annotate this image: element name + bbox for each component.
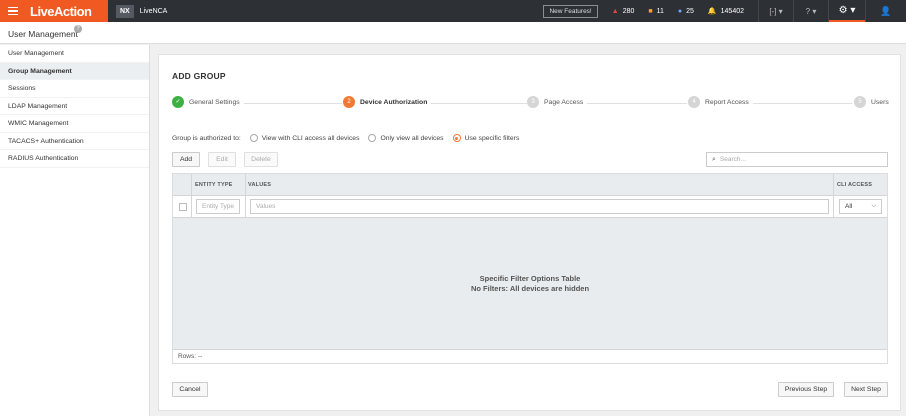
search-input[interactable]: Search...	[720, 156, 746, 163]
next-step-button[interactable]: Next Step	[844, 382, 888, 397]
top-nav-bar: LiveAction NX LiveNCA New Features! ▲ 28…	[0, 0, 906, 22]
sidebar-item-user-management[interactable]: User Management	[0, 45, 149, 63]
info-alerts-count[interactable]: ● 25	[678, 8, 694, 15]
cancel-button[interactable]: Cancel	[172, 382, 208, 397]
search-box[interactable]: ⌕ Search...	[706, 152, 888, 167]
step-connector	[752, 102, 852, 104]
square-warning-icon: ■	[648, 7, 653, 15]
wizard-stepper: ✓ General Settings 2 Device Authorizatio…	[172, 96, 893, 110]
delete-button[interactable]: Delete	[244, 152, 278, 167]
step-report-access[interactable]: 4 Report Access	[688, 96, 753, 108]
authorization-label: Group is authorized to:	[172, 134, 241, 142]
chevron-down-icon: ⌵	[871, 203, 876, 209]
authorization-options: Group is authorized to: View with CLI ac…	[172, 134, 519, 142]
col-values[interactable]: VALUES	[248, 182, 271, 188]
brand-logo: LiveAction	[30, 3, 92, 19]
step-page-access[interactable]: 3 Page Access	[527, 96, 588, 108]
step-device-authorization[interactable]: 2 Device Authorization	[343, 96, 432, 108]
radio-button[interactable]	[368, 134, 377, 142]
radio-view-cli-all[interactable]: View with CLI access all devices	[249, 134, 359, 142]
sidebar-item-ldap-management[interactable]: LDAP Management	[0, 98, 149, 115]
user-avatar-icon[interactable]: 👤	[866, 6, 906, 17]
page-header: User Management ?	[0, 22, 906, 44]
sidebar-item-group-management[interactable]: Group Management	[0, 62, 149, 80]
column-divider	[833, 174, 834, 218]
brand-area[interactable]: LiveAction	[0, 0, 108, 22]
values-filter-input[interactable]: Values	[250, 199, 829, 214]
bell-icon: 🔔	[707, 8, 717, 15]
help-icon[interactable]: ? ▾	[794, 7, 828, 16]
radio-use-specific-filters[interactable]: Use specific filters	[452, 134, 519, 142]
gear-icon[interactable]: ⚙ ▾	[829, 0, 865, 22]
sidebar-item-radius-authentication[interactable]: RADIUS Authentication	[0, 150, 149, 168]
hamburger-menu-icon[interactable]	[8, 6, 18, 16]
previous-step-button[interactable]: Previous Step	[778, 382, 834, 397]
step-users[interactable]: 5 Users	[854, 96, 893, 108]
step-connector	[242, 102, 342, 104]
help-circle-icon[interactable]: ?	[74, 25, 82, 33]
expand-icon[interactable]: [-] ▾	[759, 7, 793, 16]
card-title: ADD GROUP	[172, 71, 226, 81]
critical-alerts-count[interactable]: ▲ 280	[612, 8, 635, 15]
col-entity-type[interactable]: ENTITY TYPE	[195, 182, 233, 188]
column-divider	[191, 174, 192, 218]
step-general-settings[interactable]: ✓ General Settings	[172, 96, 244, 108]
step-connector	[427, 102, 527, 104]
sidebar: User Management Group Management Session…	[0, 45, 150, 416]
entity-type-filter-input[interactable]: Entity Type	[196, 199, 240, 214]
radio-button-selected[interactable]	[452, 134, 461, 142]
circle-info-icon: ●	[677, 7, 683, 15]
new-features-button[interactable]: New Features!	[543, 4, 598, 18]
filter-row: Entity Type Values All ⌵	[173, 196, 887, 218]
column-divider	[245, 174, 246, 218]
nx-badge[interactable]: NX	[116, 4, 134, 18]
check-icon: ✓	[172, 96, 184, 108]
radio-button[interactable]	[249, 134, 258, 142]
sidebar-item-tacacs-authentication[interactable]: TACACS+ Authentication	[0, 133, 149, 150]
add-button[interactable]: Add	[172, 152, 200, 167]
add-group-card: ADD GROUP ✓ General Settings 2 Device Au…	[158, 54, 901, 411]
select-all-checkbox[interactable]	[179, 203, 187, 211]
step-connector	[587, 102, 687, 104]
triangle-alert-icon: ▲	[611, 7, 619, 15]
sidebar-item-sessions[interactable]: Sessions	[0, 80, 149, 98]
product-name[interactable]: LiveNCA	[140, 8, 168, 15]
search-icon: ⌕	[712, 155, 716, 163]
edit-button[interactable]: Edit	[208, 152, 236, 167]
sidebar-item-wmic-management[interactable]: WMIC Management	[0, 115, 149, 133]
radio-only-view-all[interactable]: Only view all devices	[368, 134, 444, 142]
col-cli-access[interactable]: CLI ACCESS	[837, 182, 872, 188]
empty-table-message: Specific Filter Options Table No Filters…	[470, 274, 590, 293]
cli-access-select[interactable]: All ⌵	[839, 199, 882, 214]
table-header: ENTITY TYPE VALUES CLI ACCESS	[173, 174, 887, 196]
page-title: User Management	[8, 29, 78, 39]
rows-count: Rows: --	[173, 349, 887, 363]
warning-alerts-count[interactable]: ■ 11	[648, 8, 664, 15]
notifications-count[interactable]: 🔔 145402	[707, 7, 744, 16]
filters-table: ENTITY TYPE VALUES CLI ACCESS Entity Typ…	[172, 173, 888, 364]
